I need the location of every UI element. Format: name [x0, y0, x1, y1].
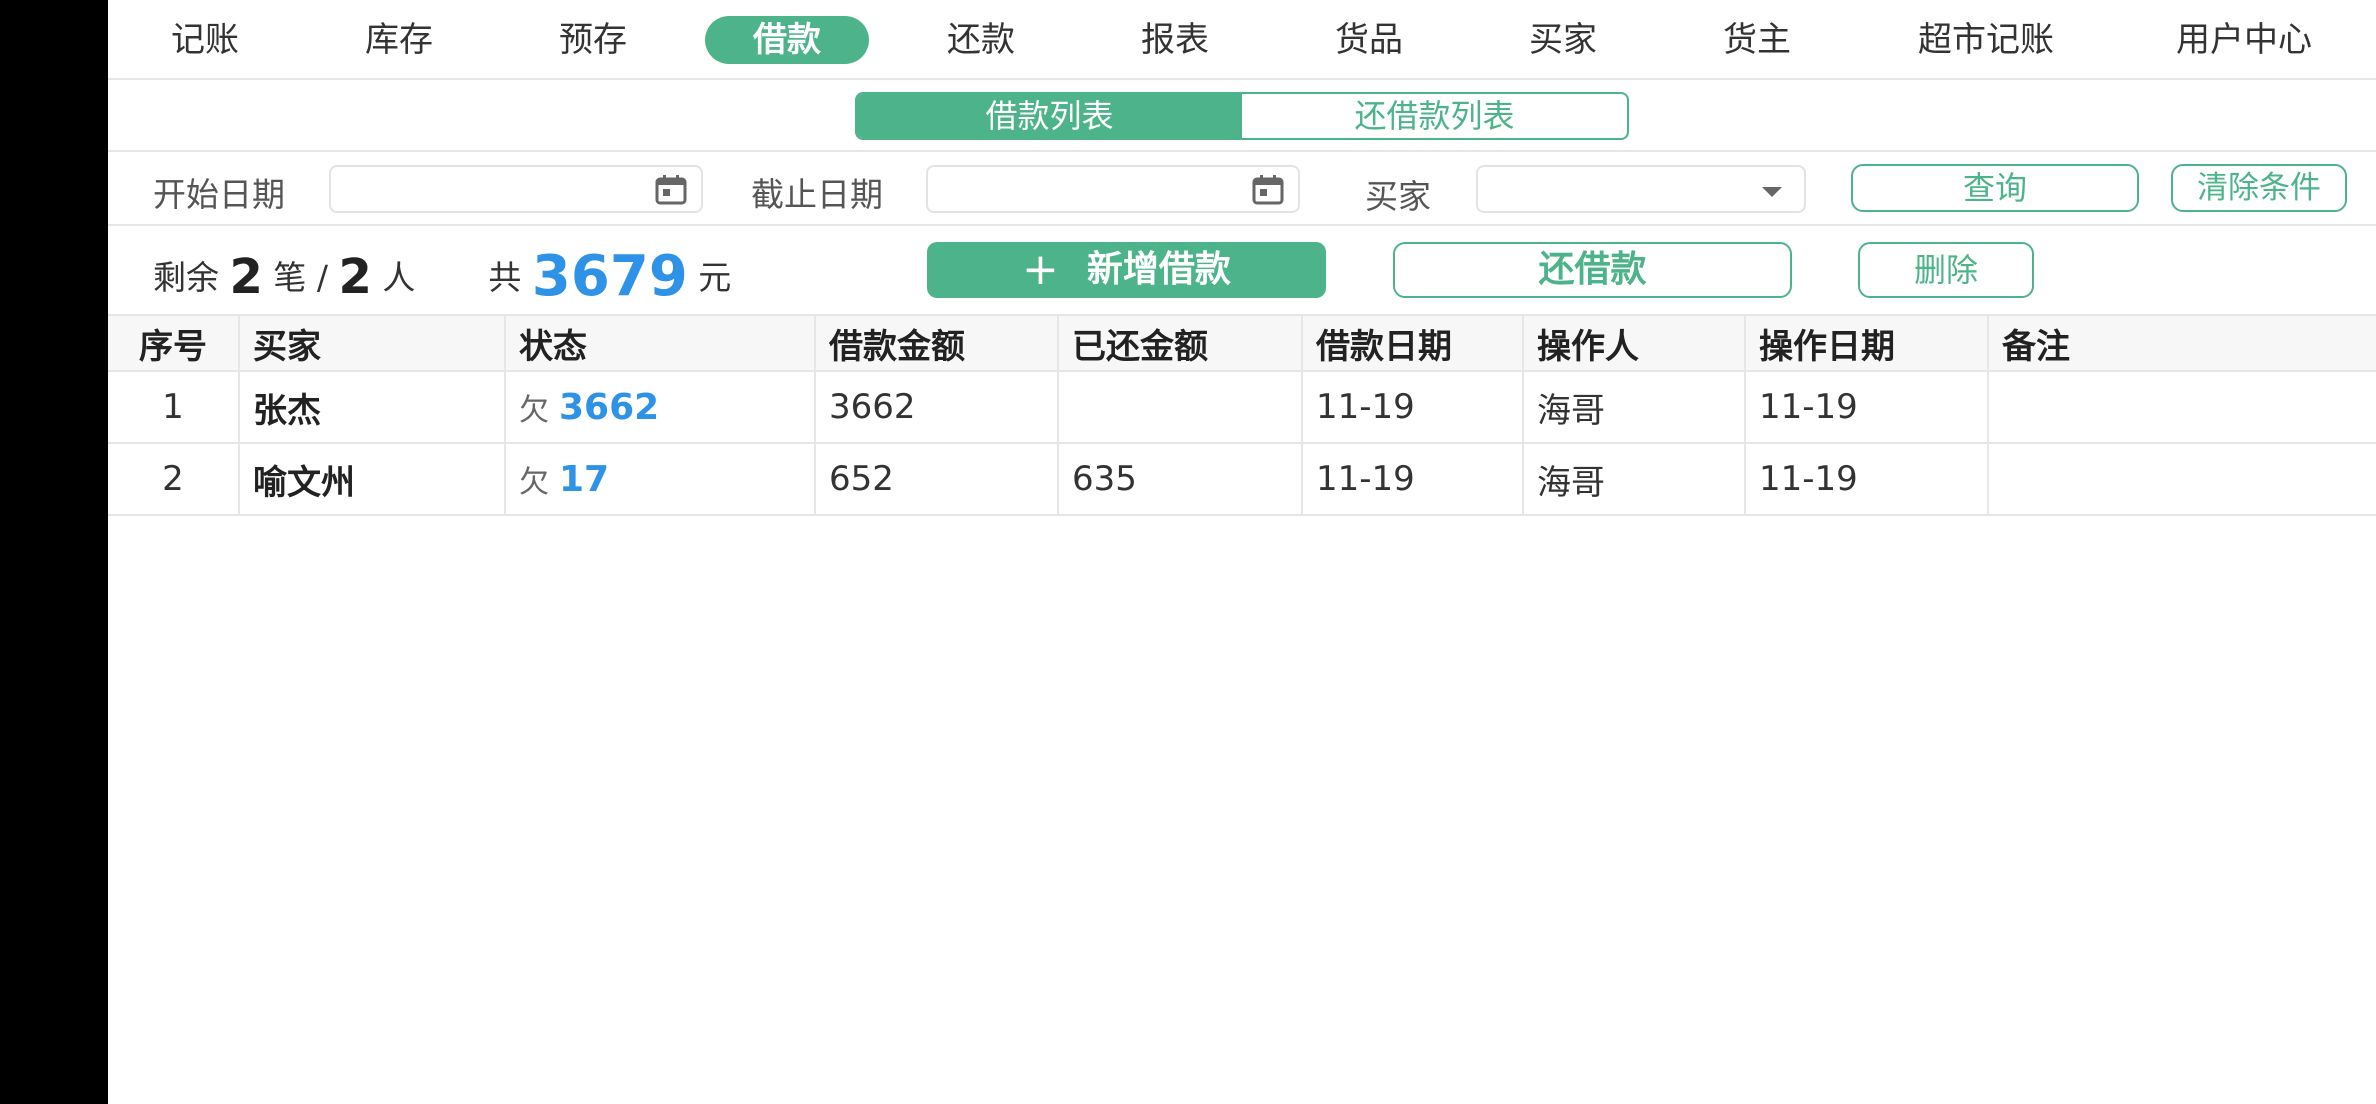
- nav-item-prepaid[interactable]: 预存: [511, 16, 675, 64]
- cell-status: 欠 17: [506, 444, 816, 514]
- cell-note: [1989, 444, 2376, 514]
- add-loan-label: 新增借款: [1086, 249, 1231, 290]
- cell-operator: 海哥: [1524, 372, 1746, 442]
- top-nav: 记账 库存 预存 借款 还款 报表 货品 买家 货主 超市记账 用户中心: [108, 0, 2376, 80]
- tab-loan-list[interactable]: 借款列表: [857, 94, 1242, 138]
- col-header-note: 备注: [2002, 326, 2070, 367]
- people-count: 2: [338, 249, 372, 305]
- loan-table: 序号 买家 状态 借款金额 已还金额 借款日期 操作人 操作日期 备注 1 张杰…: [108, 314, 2376, 516]
- clear-filters-button[interactable]: 清除条件: [2171, 164, 2347, 212]
- remaining-label: 剩余: [153, 258, 219, 297]
- cell-operator: 海哥: [1524, 444, 1746, 514]
- table-row[interactable]: 2 喻文州 欠 17 652 635 11-19 海哥 11-19: [108, 444, 2376, 516]
- nav-item-supermarket[interactable]: 超市记账: [1870, 16, 2102, 64]
- query-button[interactable]: 查询: [1851, 164, 2139, 212]
- cell-amount: 3662: [816, 372, 1059, 442]
- buyer-label: 买家: [1365, 177, 1431, 216]
- nav-item-user-center[interactable]: 用户中心: [2128, 16, 2360, 64]
- owe-label: 欠: [519, 465, 549, 500]
- end-date-input[interactable]: [926, 165, 1300, 213]
- col-header-status: 状态: [506, 316, 816, 370]
- count-unit: 笔 /: [273, 258, 329, 297]
- add-loan-button[interactable]: + 新增借款: [927, 242, 1326, 298]
- cell-op-date: 11-19: [1746, 444, 1989, 514]
- nav-item-bookkeeping[interactable]: 记账: [123, 16, 287, 64]
- cell-date: 11-19: [1303, 372, 1524, 442]
- nav-item-goods[interactable]: 货品: [1287, 16, 1451, 64]
- app-window: 记账 库存 预存 借款 还款 报表 货品 买家 货主 超市记账 用户中心 借款列…: [108, 0, 2376, 1104]
- tab-repay-list[interactable]: 还借款列表: [1242, 94, 1627, 138]
- col-header-operator: 操作人: [1524, 316, 1746, 370]
- cell-repaid: [1059, 372, 1303, 442]
- cell-status: 欠 3662: [506, 372, 816, 442]
- cell-repaid: 635: [1059, 444, 1303, 514]
- calendar-icon[interactable]: [655, 175, 687, 205]
- cell-note: [1989, 372, 2376, 442]
- buyer-select[interactable]: [1476, 165, 1806, 213]
- repay-loan-button[interactable]: 还借款: [1393, 242, 1792, 298]
- col-header-op-date: 操作日期: [1746, 316, 1989, 370]
- col-header-no: 序号: [108, 316, 240, 370]
- filter-row: 开始日期 截止日期 买家 查询 清除条件: [108, 152, 2376, 226]
- nav-item-buyers[interactable]: 买家: [1481, 16, 1645, 64]
- cell-date: 11-19: [1303, 444, 1524, 514]
- subtabs: 借款列表 还借款列表: [855, 92, 1629, 140]
- nav-item-loan[interactable]: 借款: [705, 16, 869, 64]
- end-date-label: 截止日期: [751, 175, 883, 214]
- owe-label: 欠: [519, 393, 549, 428]
- owe-amount: 3662: [559, 386, 660, 428]
- col-header-buyer: 买家: [240, 316, 506, 370]
- cell-buyer: 喻文州: [240, 444, 506, 514]
- cell-amount: 652: [816, 444, 1059, 514]
- table-header: 序号 买家 状态 借款金额 已还金额 借款日期 操作人 操作日期 备注: [108, 314, 2376, 372]
- nav-item-inventory[interactable]: 库存: [317, 16, 481, 64]
- total-unit: 元: [698, 258, 732, 297]
- cell-op-date: 11-19: [1746, 372, 1989, 442]
- nav-item-report[interactable]: 报表: [1093, 16, 1257, 64]
- start-date-label: 开始日期: [153, 175, 285, 214]
- table-row[interactable]: 1 张杰 欠 3662 3662 11-19 海哥 11-19: [108, 372, 2376, 444]
- total-amount: 3679: [531, 244, 688, 309]
- cell-buyer: 张杰: [240, 372, 506, 442]
- remaining-count: 2: [229, 249, 263, 305]
- cell-no: 1: [108, 372, 240, 442]
- nav-item-owners[interactable]: 货主: [1675, 16, 1839, 64]
- start-date-input[interactable]: [329, 165, 703, 213]
- delete-button[interactable]: 删除: [1858, 242, 2034, 298]
- col-header-amount: 借款金额: [816, 316, 1059, 370]
- col-header-repaid: 已还金额: [1059, 316, 1303, 370]
- owe-amount: 17: [559, 458, 610, 500]
- plus-icon: +: [1022, 244, 1059, 295]
- nav-item-repayment[interactable]: 还款: [899, 16, 1063, 64]
- calendar-icon[interactable]: [1252, 175, 1284, 205]
- subtabs-row: 借款列表 还借款列表: [108, 80, 2376, 152]
- total-label: 共: [488, 258, 522, 297]
- cell-no: 2: [108, 444, 240, 514]
- summary-row: 剩余 2 笔 / 2 人 共 3679 元 + 新增借款 还借款 删除: [108, 228, 2376, 314]
- people-unit: 人: [382, 258, 416, 297]
- col-header-date: 借款日期: [1303, 316, 1524, 370]
- chevron-down-icon: [1762, 187, 1782, 197]
- summary-text: 剩余 2 笔 / 2 人 共 3679 元: [153, 244, 731, 309]
